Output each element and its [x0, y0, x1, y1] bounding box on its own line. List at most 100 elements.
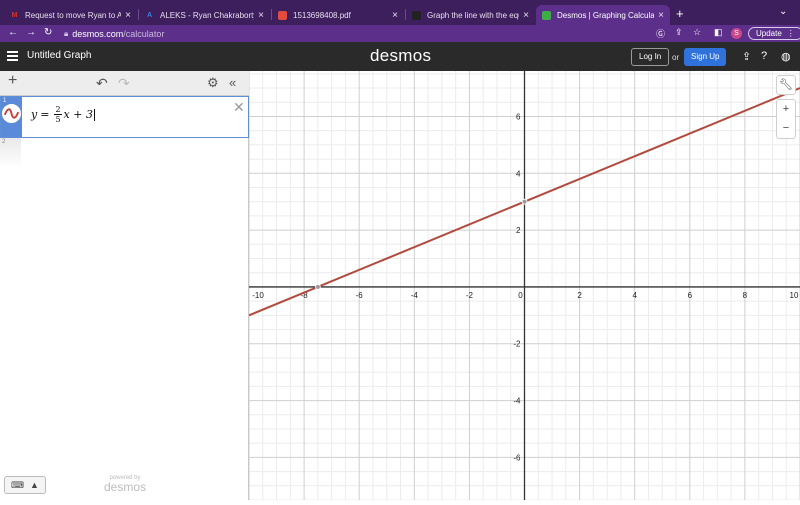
tab-title: ALEKS - Ryan Chakraborty - K	[160, 10, 255, 20]
math-fraction: 2 5	[54, 105, 62, 124]
more-icon: ⋮	[786, 29, 795, 38]
expression-color-tab[interactable]: 1	[1, 97, 22, 137]
desmos-tab-icon	[542, 10, 551, 20]
profile-avatar[interactable]: S	[731, 28, 742, 39]
forward-icon[interactable]: →	[26, 27, 36, 38]
expression-row-empty[interactable]: 2	[0, 138, 249, 168]
x-tick-label: -2	[466, 291, 474, 300]
tab-pdf[interactable]: 1513698408.pdf ×	[272, 5, 404, 25]
x-tick-label: 2	[577, 291, 582, 300]
powered-by-logo: desmos	[103, 480, 147, 494]
math-equals: =	[40, 108, 50, 121]
collapse-panel-icon[interactable]: «	[229, 75, 236, 90]
share-graph-icon[interactable]: ⇪	[742, 50, 751, 63]
expression-index: 1	[3, 98, 7, 104]
aleks-icon: A	[146, 11, 153, 19]
intercept-point	[521, 198, 528, 205]
new-tab-button[interactable]: +	[676, 6, 684, 21]
sidebar-icon[interactable]: ◧	[714, 27, 723, 38]
x-tick-label: 6	[688, 291, 693, 300]
url-field[interactable]: 🔒︎ desmos.com/calculator	[64, 25, 724, 42]
expression-tab[interactable]: 2	[0, 138, 21, 168]
x-tick-label: 10	[790, 291, 799, 300]
update-label: Update	[756, 29, 782, 38]
add-item-icon[interactable]: +	[8, 72, 17, 90]
tab-title: Graph the line with the equatio	[427, 10, 519, 20]
tab-gmail[interactable]: M Request to move Ryan to Algeb ×	[4, 5, 137, 25]
share-icon[interactable]: ⇪	[675, 27, 683, 38]
desmos-header: Untitled Graph desmos Log In or Sign Up …	[0, 42, 800, 71]
x-tick-label: -4	[411, 291, 419, 300]
caret-up-icon: ▲	[30, 480, 39, 490]
y-tick-label: 2	[516, 226, 521, 235]
browser-tab-strip: M Request to move Ryan to Algeb × A ALEK…	[0, 0, 800, 25]
y-tick-label: 6	[516, 112, 521, 121]
login-button[interactable]: Log In	[631, 48, 670, 66]
graph-paper[interactable]: -10 -8 -6 -4 -2 0 2 4 6 8 10 -6 -4 -2 2 4 6 🔧︎ + −	[248, 71, 800, 501]
url-host: desmos.com	[72, 28, 124, 39]
y-tick-label: -4	[513, 397, 521, 406]
x-tick-label: -6	[356, 291, 364, 300]
undo-icon[interactable]: ↶	[96, 75, 108, 92]
desmos-logo: desmos	[370, 46, 432, 65]
x-tick-label: 8	[743, 291, 748, 300]
redo-icon[interactable]: ↷	[118, 75, 130, 92]
graph-settings-wrench-icon[interactable]: 🔧︎	[776, 75, 796, 95]
math-input[interactable]: y = 2 5 x + 3	[31, 105, 95, 124]
graph-title[interactable]: Untitled Graph	[27, 50, 91, 61]
pdf-icon	[278, 10, 287, 20]
intercept-point	[314, 284, 321, 290]
powered-by-desmos[interactable]: powered by desmos	[100, 475, 150, 493]
bookmark-star-icon[interactable]: ☆	[693, 27, 701, 38]
menu-icon[interactable]	[7, 51, 18, 61]
google-lens-icon[interactable]: Ⓖ	[656, 27, 665, 40]
close-tab-icon[interactable]: ×	[658, 10, 664, 21]
expression-panel: + ↶ ↷ ⚙ « 1 y = 2 5 x + 3 ✕ 2 ⌨ ▲ powere…	[0, 71, 249, 500]
back-icon[interactable]: ←	[8, 27, 18, 38]
text-cursor	[93, 108, 95, 121]
signup-button[interactable]: Sign Up	[684, 48, 727, 66]
gmail-icon: M	[11, 11, 18, 19]
tab-title: Request to move Ryan to Algeb	[25, 10, 122, 20]
math-lhs: y	[31, 108, 38, 121]
zoom-controls: + −	[776, 99, 796, 139]
y-tick-label: 4	[516, 169, 521, 178]
close-tab-icon[interactable]: ×	[392, 10, 398, 21]
tab-title: Desmos | Graphing Calculator	[557, 10, 655, 20]
close-tab-icon[interactable]: ×	[258, 10, 264, 21]
x-tick-label: 0	[518, 291, 523, 300]
close-tab-icon[interactable]: ×	[125, 10, 131, 21]
delete-expression-icon[interactable]: ✕	[233, 99, 245, 116]
fraction-numerator: 2	[54, 105, 62, 115]
globe-icon[interactable]: ◍	[781, 50, 791, 63]
graph-style-icon[interactable]	[2, 104, 21, 123]
x-tick-label: -10	[252, 291, 264, 300]
tab-desmos[interactable]: Desmos | Graphing Calculator ×	[536, 5, 670, 25]
brainly-icon	[412, 10, 421, 20]
close-tab-icon[interactable]: ×	[523, 10, 529, 21]
expression-toolbar: + ↶ ↷ ⚙ «	[0, 71, 249, 96]
zoom-in-icon[interactable]: +	[777, 100, 795, 119]
fraction-denominator: 5	[55, 115, 61, 124]
reload-icon[interactable]: ↻	[44, 27, 52, 38]
zoom-out-icon[interactable]: −	[777, 119, 795, 138]
keyboard-toggle-button[interactable]: ⌨ ▲	[4, 476, 46, 494]
tab-search-icon[interactable]: ⌄	[779, 6, 787, 17]
settings-gear-icon[interactable]: ⚙	[207, 75, 219, 91]
graph-canvas[interactable]: -10 -8 -6 -4 -2 0 2 4 6 8 10-6-4-2246	[248, 71, 800, 501]
y-tick-label: -2	[513, 340, 521, 349]
url-path: /calculator	[123, 28, 165, 39]
or-text: or	[672, 53, 680, 62]
expression-index: 2	[2, 139, 6, 145]
tab-title: 1513698408.pdf	[293, 10, 351, 20]
address-bar-row: ← → ↻ 🔒︎ desmos.com/calculator Ⓖ ⇪ ☆ ◧ S…	[0, 25, 800, 42]
math-rest: x + 3	[63, 108, 93, 121]
keyboard-icon: ⌨	[11, 479, 25, 490]
tab-aleks[interactable]: A ALEKS - Ryan Chakraborty - K ×	[139, 5, 270, 25]
expression-row[interactable]: 1 y = 2 5 x + 3 ✕	[0, 96, 249, 138]
tab-brainly[interactable]: Graph the line with the equatio ×	[406, 5, 535, 25]
update-button[interactable]: Update ⋮	[748, 27, 800, 40]
x-tick-label: 4	[632, 291, 637, 300]
help-icon[interactable]: ?	[761, 50, 767, 62]
y-tick-label: -6	[513, 453, 521, 462]
